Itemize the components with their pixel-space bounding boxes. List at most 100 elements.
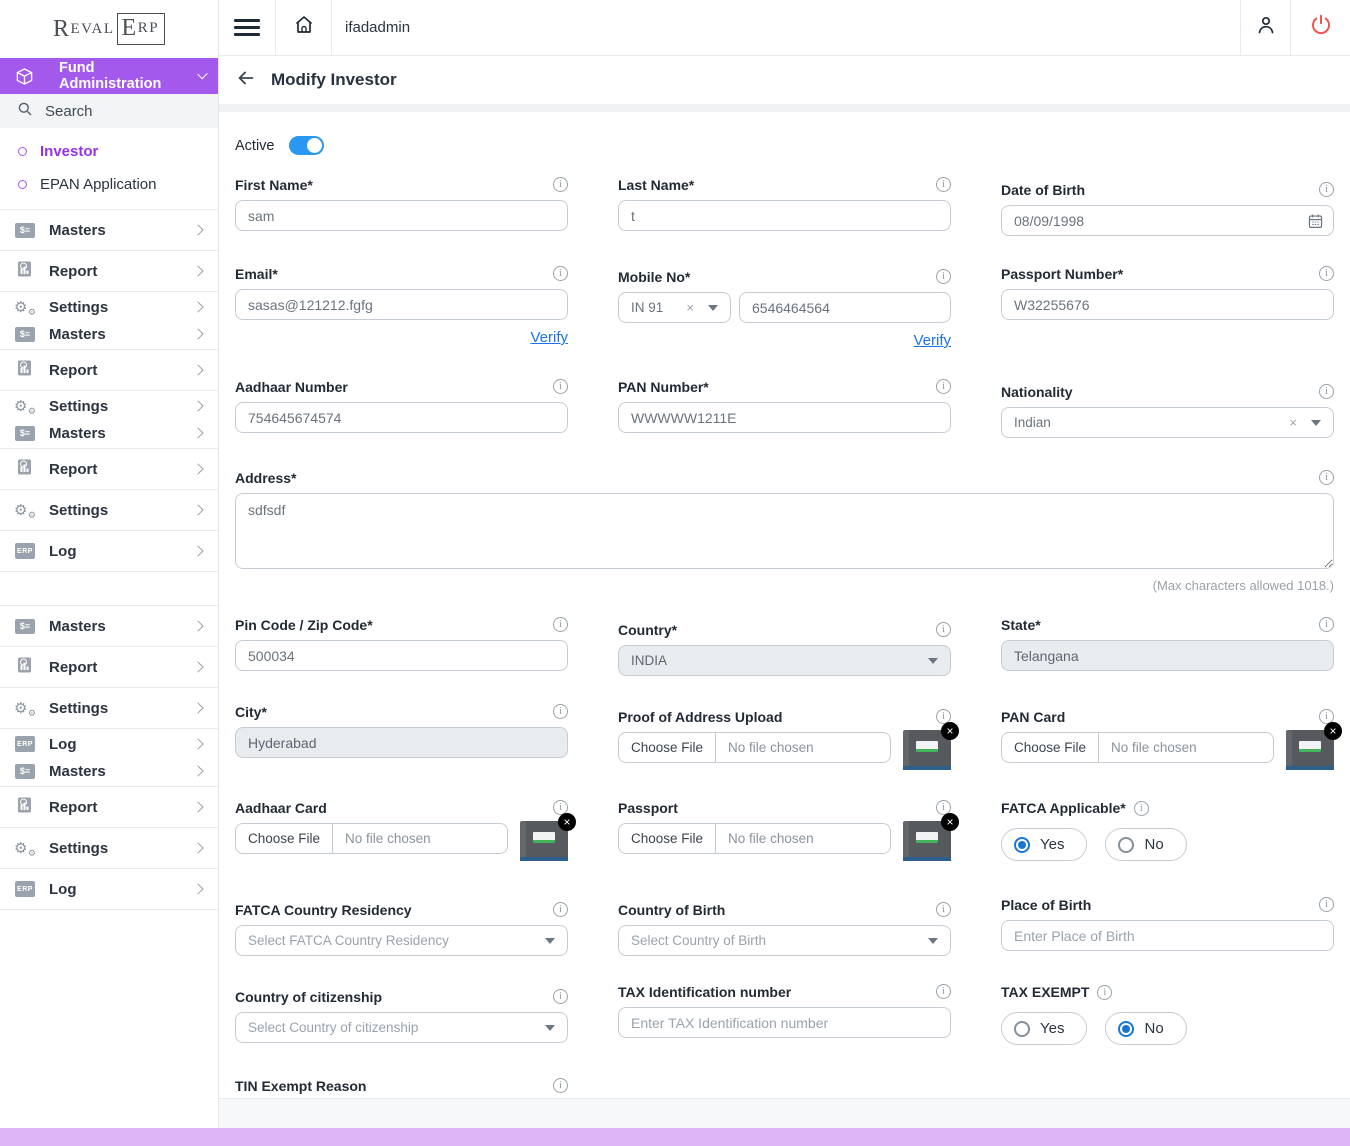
bottom-scrollbar[interactable] [0, 1128, 1350, 1146]
info-icon[interactable] [1319, 470, 1334, 485]
uploaded-file-thumbnail[interactable]: × [903, 730, 951, 770]
place-of-birth-input[interactable] [1001, 920, 1334, 951]
info-icon[interactable] [553, 902, 568, 917]
info-icon[interactable] [553, 266, 568, 281]
sidebar-item-masters[interactable]: Masters [0, 606, 218, 647]
sidebar-item-report[interactable]: Report [0, 647, 218, 688]
clear-icon[interactable]: × [686, 300, 694, 315]
info-icon[interactable] [1319, 384, 1334, 399]
aadhaar-card-file-input[interactable]: Choose File No file chosen [235, 823, 508, 854]
tax-id-input[interactable] [618, 1007, 951, 1038]
sidebar-item-settings[interactable]: Settings [0, 688, 218, 729]
sidebar-item-epan-application[interactable]: EPAN Application [0, 168, 218, 201]
sidebar-item-settings[interactable]: Settings [0, 828, 218, 869]
fatca-country-select[interactable]: Select FATCA Country Residency [235, 925, 568, 956]
aadhaar-number-input[interactable] [235, 402, 568, 433]
info-icon[interactable] [1319, 617, 1334, 632]
pan-card-file-input[interactable]: Choose File No file chosen [1001, 732, 1274, 763]
fatca-yes-radio[interactable]: Yes [1001, 828, 1087, 861]
sidebar-item-masters[interactable]: Masters [0, 210, 218, 251]
remove-file-icon[interactable]: × [941, 722, 959, 740]
info-icon[interactable] [553, 1078, 568, 1093]
country-of-birth-select[interactable]: Select Country of Birth [618, 925, 951, 956]
uploaded-file-thumbnail[interactable]: × [1286, 730, 1334, 770]
module-selector[interactable]: Fund Administration [0, 58, 218, 94]
nationality-select[interactable]: Indian × [1001, 407, 1334, 438]
info-icon[interactable] [1134, 801, 1149, 816]
uploaded-file-thumbnail[interactable]: × [520, 821, 568, 861]
sidebar-item-settings[interactable]: Settings [13, 394, 202, 419]
info-icon[interactable] [553, 704, 568, 719]
last-name-input[interactable] [618, 200, 951, 231]
email-input[interactable] [235, 289, 568, 320]
first-name-input[interactable] [235, 200, 568, 231]
passport-file-input[interactable]: Choose File No file chosen [618, 823, 891, 854]
choose-file-button[interactable]: Choose File [236, 824, 333, 853]
sidebar-item-masters[interactable]: Masters [13, 322, 202, 347]
date-of-birth-input[interactable] [1001, 205, 1334, 236]
choose-file-button[interactable]: Choose File [619, 824, 716, 853]
sidebar-item-masters[interactable]: Masters [13, 421, 202, 446]
sidebar-item-log[interactable]: Log [0, 531, 218, 572]
info-icon[interactable] [1319, 897, 1334, 912]
field-tin-exempt-reason: TIN Exempt Reason Select TIN Exempt Reas… [235, 1073, 568, 1098]
home-button[interactable] [276, 0, 332, 55]
tax-exempt-yes-radio[interactable]: Yes [1001, 1012, 1087, 1045]
tax-exempt-no-radio[interactable]: No [1105, 1012, 1186, 1045]
info-icon[interactable] [936, 269, 951, 284]
sidebar-item-report[interactable]: Report [0, 350, 218, 391]
active-toggle[interactable] [289, 136, 324, 155]
verify-mobile-link[interactable]: Verify [913, 332, 951, 349]
citizenship-select[interactable]: Select Country of citizenship [235, 1012, 568, 1043]
info-icon[interactable] [553, 617, 568, 632]
remove-file-icon[interactable]: × [941, 813, 959, 831]
info-icon[interactable] [936, 622, 951, 637]
country-code-select[interactable]: IN 91 × [618, 292, 731, 323]
sidebar-item-masters[interactable]: Masters [13, 759, 202, 784]
sidebar-item-report[interactable]: Report [0, 787, 218, 828]
choose-file-button[interactable]: Choose File [1002, 733, 1099, 762]
mobile-number-input[interactable] [739, 292, 951, 323]
chevron-right-icon [192, 400, 203, 411]
verify-email-link[interactable]: Verify [530, 329, 568, 346]
profile-button[interactable] [1240, 0, 1290, 55]
back-button[interactable] [235, 67, 257, 94]
pan-number-input[interactable] [618, 402, 951, 433]
sidebar-item-settings[interactable]: Settings [0, 490, 218, 531]
field-tax-id: TAX Identification number [618, 984, 951, 1045]
choose-file-button[interactable]: Choose File [619, 733, 716, 762]
remove-file-icon[interactable]: × [558, 813, 576, 831]
clear-icon[interactable]: × [1289, 415, 1297, 430]
info-icon[interactable] [553, 989, 568, 1004]
info-icon[interactable] [1097, 985, 1112, 1000]
uploaded-file-thumbnail[interactable]: × [903, 821, 951, 861]
info-icon[interactable] [936, 984, 951, 999]
sidebar-search[interactable]: Search [0, 94, 218, 128]
address-textarea[interactable]: sdfsdf [235, 493, 1334, 569]
fatca-no-radio[interactable]: No [1105, 828, 1186, 861]
passport-number-input[interactable] [1001, 289, 1334, 320]
sidebar-item-settings[interactable]: Settings [13, 295, 202, 320]
sidebar-item-report[interactable]: Report [0, 251, 218, 292]
pincode-input[interactable] [235, 640, 568, 671]
info-icon[interactable] [936, 902, 951, 917]
menu-toggle-button[interactable] [219, 0, 276, 55]
country-select[interactable]: INDIA [618, 645, 951, 676]
chevron-right-icon [192, 265, 203, 276]
info-icon[interactable] [1319, 182, 1334, 197]
logout-button[interactable] [1290, 0, 1350, 55]
info-icon[interactable] [553, 177, 568, 192]
active-label: Active [235, 138, 275, 154]
sidebar-item-investor[interactable]: Investor [0, 135, 218, 168]
info-icon[interactable] [936, 177, 951, 192]
remove-file-icon[interactable]: × [1324, 722, 1342, 740]
info-icon[interactable] [553, 379, 568, 394]
proof-of-address-file-input[interactable]: Choose File No file chosen [618, 732, 891, 763]
sidebar-item-log[interactable]: Log [13, 732, 202, 757]
calendar-icon[interactable] [1307, 212, 1324, 229]
sidebar-item-report[interactable]: Report [0, 449, 218, 490]
person-icon [1254, 13, 1278, 42]
sidebar-item-log[interactable]: Log [0, 869, 218, 910]
info-icon[interactable] [1319, 266, 1334, 281]
info-icon[interactable] [936, 379, 951, 394]
